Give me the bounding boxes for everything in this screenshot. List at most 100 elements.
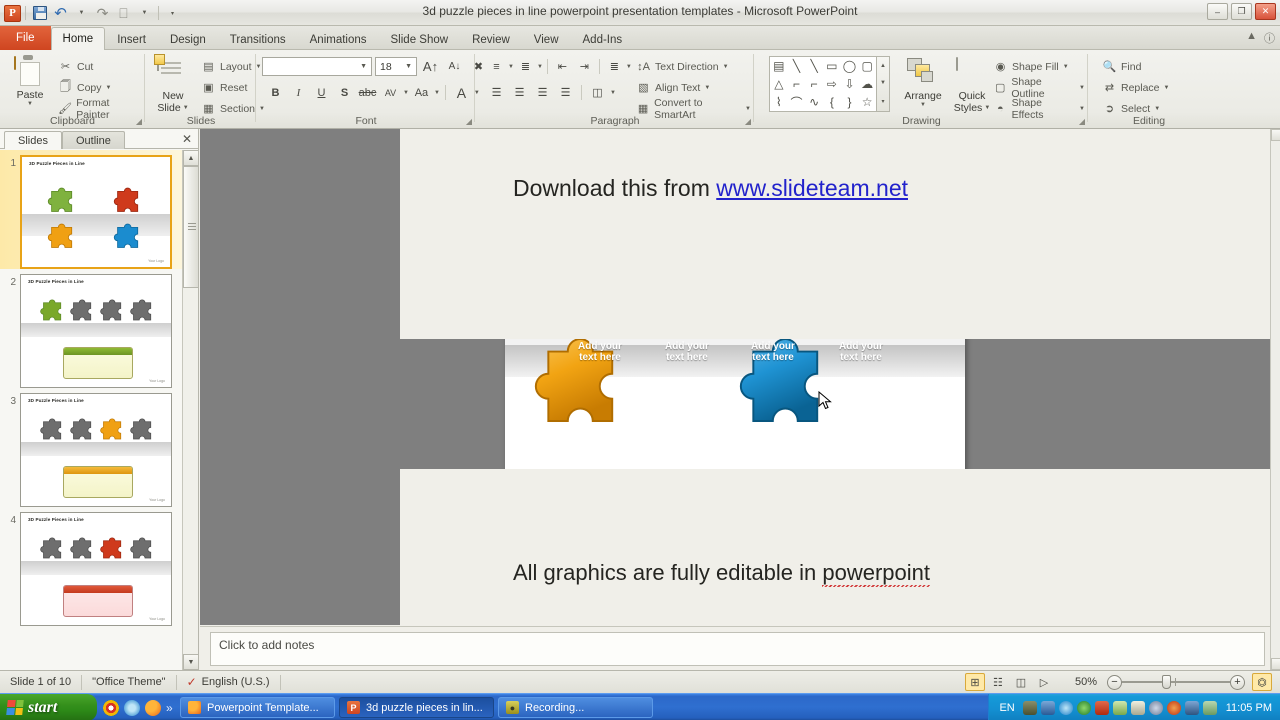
chevron-down-icon[interactable]: ▼: [27, 101, 33, 107]
shape-item-5[interactable]: ▢: [861, 59, 872, 73]
monitor-icon[interactable]: [1202, 700, 1217, 715]
scroll-up-icon[interactable]: ▲: [183, 150, 199, 166]
chevron-down-icon[interactable]: ▼: [508, 64, 514, 70]
notes-input[interactable]: Click to add notes: [210, 632, 1265, 666]
shape-item-4[interactable]: ◯: [843, 59, 856, 73]
shape-item-8[interactable]: ⌐: [811, 77, 818, 91]
chrome-icon[interactable]: [103, 699, 119, 716]
strikethrough-button[interactable]: abc: [357, 82, 378, 103]
globe-icon[interactable]: [1076, 700, 1091, 715]
text-placeholder-3[interactable]: Add your text here: [733, 341, 813, 363]
shape-item-10[interactable]: ⇩: [844, 77, 854, 91]
taskbar-item-recording[interactable]: ● Recording...: [498, 697, 653, 718]
chevron-down-icon[interactable]: ▼: [403, 63, 414, 70]
tab-slideshow[interactable]: Slide Show: [379, 28, 461, 50]
more-shapes-icon[interactable]: ▾: [881, 98, 884, 105]
text-placeholder-2[interactable]: Add your text here: [647, 341, 727, 363]
underline-button[interactable]: U: [311, 82, 332, 103]
orange-puzzle-piece[interactable]: [520, 321, 660, 446]
firefox-icon[interactable]: [145, 699, 161, 716]
slide-thumbnail[interactable]: 3D Puzzle Pieces in Line Your Logo: [20, 393, 172, 507]
printer-icon[interactable]: [1022, 700, 1037, 715]
shape-item-7[interactable]: ⌐: [793, 77, 800, 91]
shape-item-17[interactable]: ☆: [862, 95, 873, 109]
justify-button[interactable]: ☰: [555, 82, 576, 103]
network-icon[interactable]: [1040, 700, 1055, 715]
close-icon[interactable]: ✕: [182, 132, 192, 146]
scrollbar-thumb[interactable]: [183, 166, 199, 288]
scroll-up-icon[interactable]: [1271, 129, 1280, 141]
thumbnail-list[interactable]: 1 3D Puzzle Pieces in Line Your Logo 2 3…: [0, 150, 183, 670]
power-icon[interactable]: [1058, 700, 1073, 715]
chevron-down-icon[interactable]: ▼: [745, 106, 751, 112]
shapes-gallery[interactable]: ▤ ╲ ╲ ▭ ◯ ▢ △ ⌐ ⌐ ⇨ ⇩ ☁ ⌇ ⌒ ∿ {} ☆ ▲ ▼ ▾: [769, 56, 890, 112]
shape-item-2[interactable]: ╲: [811, 59, 818, 73]
shape-item-9[interactable]: ⇨: [827, 77, 837, 91]
slide-count-status[interactable]: Slide 1 of 10: [0, 671, 81, 694]
zoom-slider[interactable]: [1122, 674, 1230, 690]
quick-styles-button[interactable]: Quick Styles ▼: [950, 55, 994, 114]
pane-tab-slides[interactable]: Slides: [4, 131, 62, 149]
shape-item-12[interactable]: ⌇: [776, 95, 782, 109]
font-dialog-launcher[interactable]: ◢: [466, 117, 472, 126]
shape-item-0[interactable]: ▤: [773, 59, 784, 73]
shapes-grid[interactable]: ▤ ╲ ╲ ▭ ◯ ▢ △ ⌐ ⌐ ⇨ ⇩ ☁ ⌇ ⌒ ∿ {} ☆: [769, 56, 877, 112]
save-icon[interactable]: [1184, 700, 1199, 715]
pane-tab-outline[interactable]: Outline: [62, 131, 125, 149]
shape-fill-button[interactable]: ◉ Shape Fill ▼: [990, 56, 1088, 77]
chevron-down-icon[interactable]: ▼: [1079, 85, 1085, 91]
shape-outline-button[interactable]: ▢ Shape Outline ▼: [990, 76, 1088, 100]
minimize-ribbon-icon[interactable]: ▲: [1246, 30, 1257, 46]
slideteam-link[interactable]: www.slideteam.net: [716, 175, 908, 201]
chevron-down-icon[interactable]: ▼: [610, 90, 616, 96]
tab-file[interactable]: File: [0, 26, 51, 50]
shape-item-13[interactable]: ⌒: [790, 94, 802, 111]
language-indicator[interactable]: EN: [999, 702, 1014, 714]
paste-button[interactable]: Paste ▼: [7, 54, 53, 107]
tab-insert[interactable]: Insert: [105, 28, 158, 50]
slide-sorter-view-button[interactable]: ☷: [988, 673, 1008, 691]
clipboard-dialog-launcher[interactable]: ◢: [136, 117, 142, 126]
chevron-down-icon[interactable]: ▼: [358, 63, 369, 70]
main-vertical-scrollbar[interactable]: [1270, 129, 1280, 670]
chevron-down-icon[interactable]: ▼: [434, 90, 440, 96]
tab-transitions[interactable]: Transitions: [218, 28, 298, 50]
drawing-dialog-launcher[interactable]: ◢: [1079, 117, 1085, 126]
shape-item-6[interactable]: △: [774, 77, 783, 91]
shape-item-3[interactable]: ▭: [826, 59, 837, 73]
chevron-down-icon[interactable]: ▼: [1164, 85, 1170, 91]
tab-design[interactable]: Design: [158, 28, 218, 50]
restore-button[interactable]: ❐: [1231, 3, 1252, 20]
screen-icon[interactable]: [1130, 700, 1145, 715]
text-direction-button[interactable]: ↕A Text Direction ▼: [633, 56, 754, 77]
scroll-up-icon[interactable]: ▲: [880, 63, 886, 69]
chevron-down-icon[interactable]: ▼: [183, 105, 189, 111]
more-icon[interactable]: »: [166, 701, 173, 715]
slides-pane-scrollbar[interactable]: ▲ ▼: [182, 150, 199, 670]
chevron-down-icon[interactable]: ▼: [403, 90, 409, 96]
slide-thumbnail[interactable]: 3D Puzzle Pieces in Line Your Logo: [20, 274, 172, 388]
tab-view[interactable]: View: [522, 28, 571, 50]
zoom-level-label[interactable]: 50%: [1065, 671, 1107, 694]
columns-button[interactable]: ◫: [587, 82, 608, 103]
slide-thumbnail[interactable]: 3D Puzzle Pieces in Line Your Logo: [20, 512, 172, 626]
chevron-down-icon[interactable]: ▼: [537, 64, 543, 70]
normal-view-button[interactable]: ⊞: [964, 673, 985, 691]
shapes-gallery-scroll[interactable]: ▲ ▼ ▾: [877, 56, 890, 112]
close-button[interactable]: ✕: [1255, 3, 1276, 20]
help-icon[interactable]: ⓘ: [1264, 30, 1275, 46]
font-color-button[interactable]: A: [451, 82, 472, 103]
taskbar-item-powerpoint-template[interactable]: Powerpoint Template...: [180, 697, 335, 718]
increase-font-size-button[interactable]: A↑: [420, 56, 441, 77]
font-name-select[interactable]: ▼: [262, 57, 372, 76]
slide-thumbnail[interactable]: 3D Puzzle Pieces in Line Your Logo: [20, 155, 172, 269]
scroll-down-icon[interactable]: ▼: [880, 80, 886, 86]
shape-item-15[interactable]: {: [830, 95, 834, 109]
tab-home[interactable]: Home: [50, 27, 106, 50]
blue-puzzle-piece[interactable]: [725, 321, 865, 446]
bold-button[interactable]: B: [265, 82, 286, 103]
list-item[interactable]: 3 3D Puzzle Pieces in Line Your Logo: [0, 388, 183, 507]
chevron-down-icon[interactable]: ▼: [704, 85, 710, 91]
language-status[interactable]: ✓ English (U.S.): [177, 671, 280, 694]
replace-button[interactable]: ⇄ Replace ▼: [1099, 77, 1172, 98]
